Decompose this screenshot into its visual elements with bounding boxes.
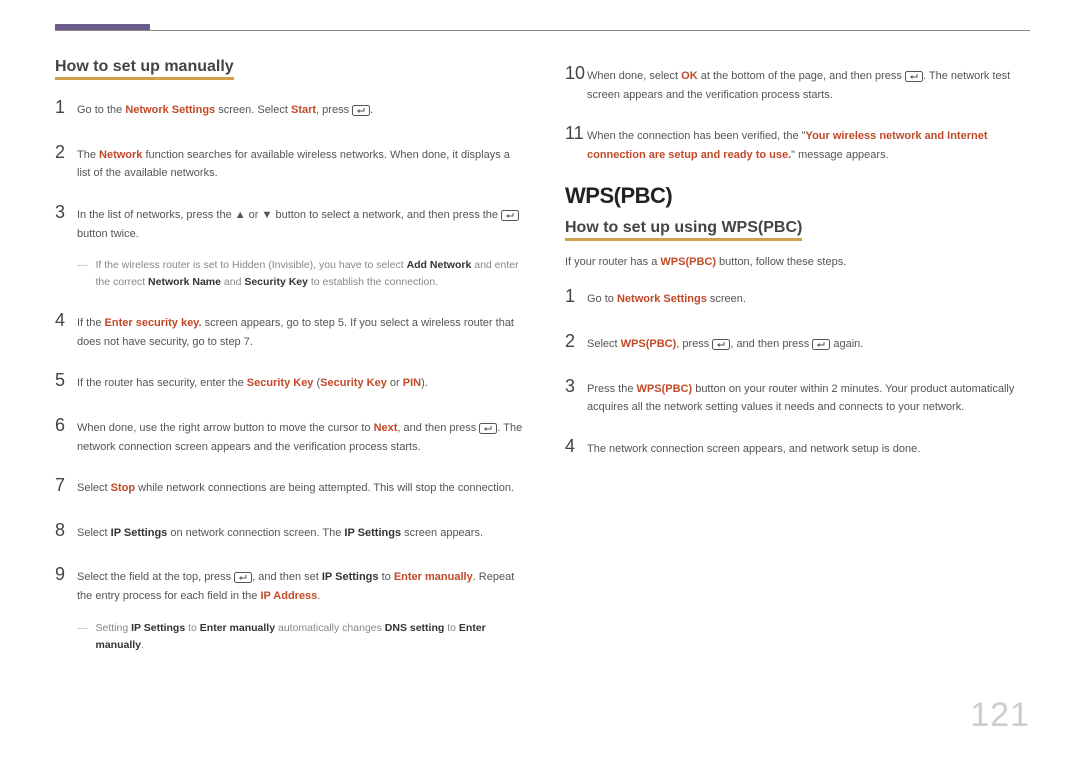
step-body: The network connection screen appears, a…	[587, 440, 1035, 459]
step-number: 7	[55, 470, 77, 501]
keyword: Network Name	[148, 276, 221, 288]
keyword: WPS(PBC)	[660, 256, 716, 268]
keyword: Security Key	[320, 377, 387, 389]
step-body: Select Stop while network connections ar…	[77, 479, 525, 498]
step-number: 11	[565, 118, 587, 149]
enter-icon	[479, 423, 497, 434]
step-number: 8	[55, 515, 77, 546]
step-body: If the router has security, enter the Se…	[77, 374, 525, 393]
keyword: Stop	[111, 482, 135, 494]
step-number: 3	[55, 197, 77, 228]
header-rule	[55, 30, 1030, 31]
steps-list-manual: 1Go to the Network Settings screen. Sele…	[55, 92, 525, 653]
step-body: When the connection has been verified, t…	[587, 127, 1035, 164]
enter-icon	[905, 71, 923, 82]
keyword: IP Settings	[344, 527, 401, 539]
step-item: 2Select WPS(PBC), press , and then press…	[565, 326, 1035, 357]
enter-icon	[812, 339, 830, 350]
keyword: Security Key	[247, 377, 314, 389]
step-item: 11When the connection has been verified,…	[565, 118, 1035, 164]
steps-list-manual-cont: 10When done, select OK at the bottom of …	[565, 58, 1035, 165]
step-number: 9	[55, 559, 77, 590]
step-item: 10When done, select OK at the bottom of …	[565, 58, 1035, 104]
step-item: 3Press the WPS(PBC) button on your route…	[565, 371, 1035, 417]
enter-icon	[234, 572, 252, 583]
step-body: Press the WPS(PBC) button on your router…	[587, 380, 1035, 417]
step-item: 9Select the field at the top, press , an…	[55, 559, 525, 605]
step-number: 1	[565, 281, 587, 312]
keyword: IP Settings	[322, 571, 379, 583]
keyword: Network Settings	[125, 104, 215, 116]
keyword: Start	[291, 104, 316, 116]
right-column: 10When done, select OK at the bottom of …	[565, 58, 1035, 667]
step-number: 1	[55, 92, 77, 123]
keyword: WPS(PBC)	[637, 383, 693, 395]
note: Setting IP Settings to Enter manually au…	[77, 620, 525, 654]
step-body: Select the field at the top, press , and…	[77, 568, 525, 605]
keyword: PIN	[403, 377, 421, 389]
step-body: When done, use the right arrow button to…	[77, 419, 525, 456]
two-column-layout: How to set up manually 1Go to the Networ…	[55, 58, 1035, 667]
keyword: OK	[681, 70, 698, 82]
section-title-wpspbc: WPS(PBC)	[565, 183, 1035, 209]
step-item: 4If the Enter security key. screen appea…	[55, 305, 525, 351]
enter-icon	[352, 105, 370, 116]
left-column: How to set up manually 1Go to the Networ…	[55, 58, 525, 667]
keyword: Enter manually	[394, 571, 473, 583]
step-body: Go to the Network Settings screen. Selec…	[77, 101, 525, 120]
step-item: 1Go to Network Settings screen.	[565, 281, 1035, 312]
step-body: The Network function searches for availa…	[77, 146, 525, 183]
keyword: Network Settings	[617, 293, 707, 305]
step-item: 7Select Stop while network connections a…	[55, 470, 525, 501]
intro-text: If your router has a WPS(PBC) button, fo…	[565, 253, 1035, 272]
step-number: 2	[55, 137, 77, 168]
step-body: Select WPS(PBC), press , and then press …	[587, 335, 1035, 354]
step-body: Select IP Settings on network connection…	[77, 524, 525, 543]
step-body: In the list of networks, press the ▲ or …	[77, 206, 525, 243]
step-item: 2The Network function searches for avail…	[55, 137, 525, 183]
document-page: How to set up manually 1Go to the Networ…	[0, 0, 1080, 763]
step-body: When done, select OK at the bottom of th…	[587, 67, 1035, 104]
enter-icon	[712, 339, 730, 350]
step-item: 5If the router has security, enter the S…	[55, 365, 525, 396]
page-number: 121	[970, 696, 1030, 735]
note: If the wireless router is set to Hidden …	[77, 257, 525, 291]
step-number: 2	[565, 326, 587, 357]
step-number: 3	[565, 371, 587, 402]
keyword: IP Settings	[111, 527, 168, 539]
step-item: 6When done, use the right arrow button t…	[55, 410, 525, 456]
enter-icon	[501, 210, 519, 221]
step-number: 4	[565, 431, 587, 462]
section-heading-wpspbc: How to set up using WPS(PBC)	[565, 219, 802, 241]
keyword: DNS setting	[385, 622, 445, 634]
keyword: Add Network	[407, 259, 472, 271]
step-body: Go to Network Settings screen.	[587, 290, 1035, 309]
step-body: If the Enter security key. screen appear…	[77, 314, 525, 351]
step-item: 1Go to the Network Settings screen. Sele…	[55, 92, 525, 123]
step-number: 5	[55, 365, 77, 396]
keyword: Your wireless network and Internet conne…	[587, 130, 988, 161]
step-number: 10	[565, 58, 587, 89]
step-item: 8Select IP Settings on network connectio…	[55, 515, 525, 546]
keyword: Network	[99, 149, 142, 161]
keyword: WPS(PBC)	[621, 338, 677, 350]
keyword: IP Address	[260, 590, 317, 602]
step-item: 4The network connection screen appears, …	[565, 431, 1035, 462]
step-item: 3In the list of networks, press the ▲ or…	[55, 197, 525, 243]
keyword: Enter security key.	[105, 317, 202, 329]
keyword: Security Key	[244, 276, 308, 288]
keyword: IP Settings	[131, 622, 185, 634]
step-number: 4	[55, 305, 77, 336]
steps-list-wpspbc: 1Go to Network Settings screen.2Select W…	[565, 281, 1035, 461]
section-heading-manual: How to set up manually	[55, 58, 234, 80]
keyword: Next	[374, 422, 398, 434]
keyword: Enter manually	[200, 622, 275, 634]
step-number: 6	[55, 410, 77, 441]
